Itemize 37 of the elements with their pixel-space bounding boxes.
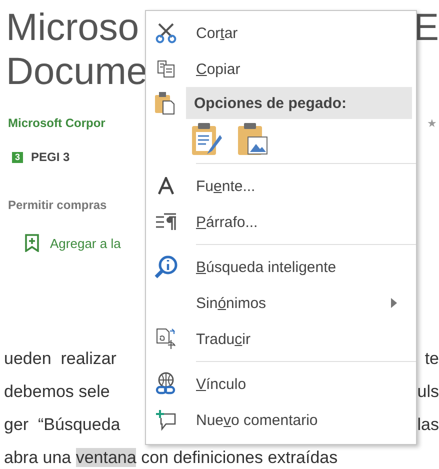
app-title: Microso (6, 6, 140, 50)
search-icon (154, 255, 178, 279)
menu-item[interactable]: Cortar (146, 15, 412, 51)
menu-item[interactable]: Traducir (146, 321, 412, 357)
menu-item[interactable]: Fuente... (146, 168, 412, 204)
menu-item[interactable]: Párrafo... (146, 204, 412, 240)
submenu-arrow-icon (390, 298, 398, 308)
publisher-link[interactable]: Microsoft Corpor (8, 116, 106, 130)
wishlist-link[interactable]: Agregar a la (50, 236, 121, 250)
menu-item[interactable]: Vínculo (146, 366, 412, 402)
age-rating-badge: 3 (12, 152, 23, 162)
scissors-icon (155, 22, 177, 44)
age-rating-label: PEGI 3 (31, 150, 70, 164)
purchases-note: Permitir compras (7, 198, 108, 212)
star-icon: ★ (427, 116, 437, 130)
paragraph-text: abra una ventana con definiciones extraídas (4, 448, 338, 468)
new-comment-icon (155, 409, 177, 431)
translate-icon (155, 328, 177, 350)
menu-item[interactable]: Sinónimos (146, 285, 412, 321)
paragraph-text: debemos sele (4, 382, 110, 402)
font-icon (157, 177, 175, 195)
copy-icon (156, 59, 176, 79)
globe-link-icon (155, 372, 177, 396)
paragraph-text: uls (417, 382, 439, 402)
paste-keep-formatting-icon[interactable] (190, 121, 224, 157)
paragraph-text: ger “Búsqueda (4, 414, 120, 434)
paragraph-text: ueden realizar (4, 348, 116, 368)
menu-item[interactable]: Búsqueda inteligente (146, 249, 412, 285)
paragraph-text: te (424, 348, 439, 368)
menu-item[interactable]: Copiar (146, 51, 412, 87)
paragraph-text: las (417, 414, 439, 434)
bookmark-icon (24, 234, 40, 252)
paste-picture-icon[interactable] (236, 121, 270, 157)
app-title: Docume (6, 50, 148, 94)
paragraph-icon (155, 213, 177, 231)
clipboard-icon (154, 91, 176, 115)
menu-item[interactable]: Nuevo comentario (146, 402, 412, 438)
